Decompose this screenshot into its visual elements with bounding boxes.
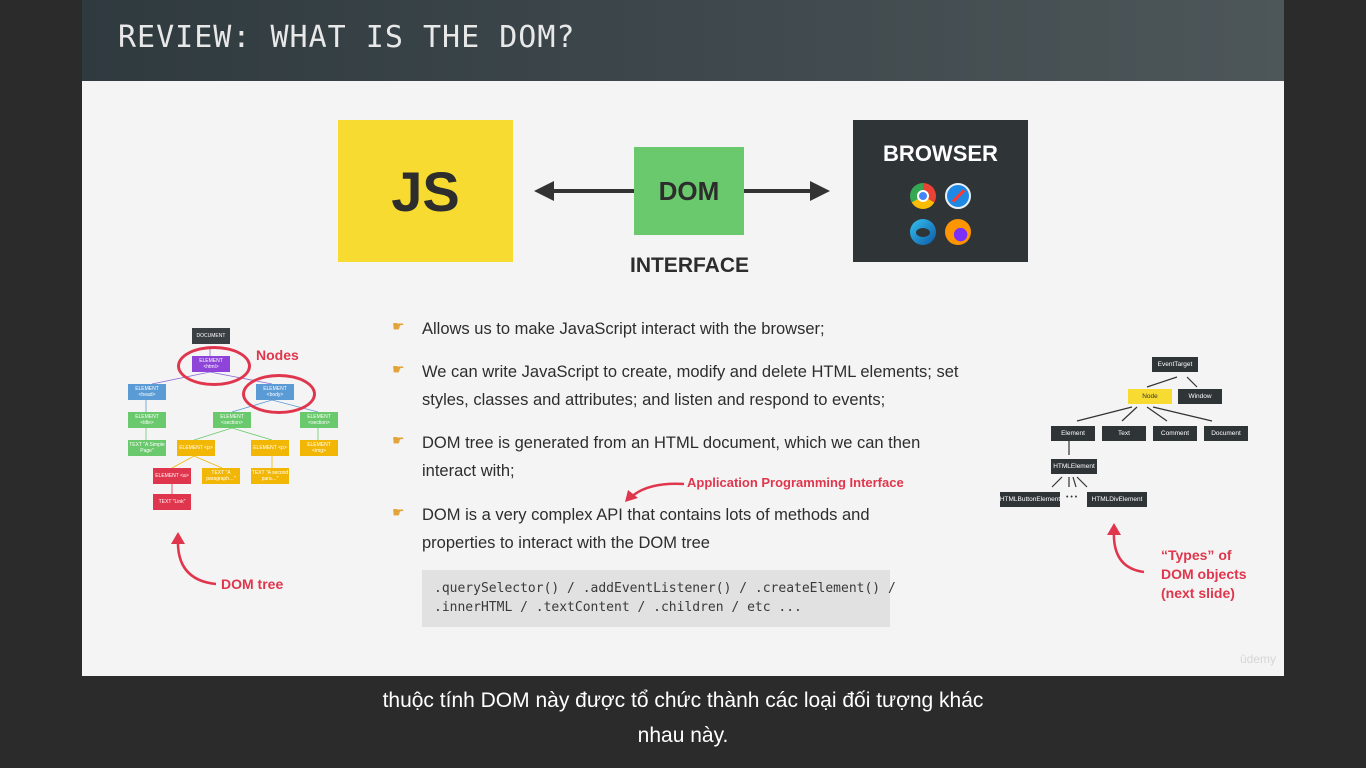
tree-node-section2: ELEMENT <section>: [300, 412, 338, 428]
tree-node-section1: ELEMENT <section>: [213, 412, 251, 428]
nodes-highlight-ring-html: [177, 346, 251, 386]
bullet-4-text: DOM is a very complex API that contains …: [422, 506, 870, 552]
slide: REVIEW: WHAT IS THE DOM? JS DOM INTERFAC…: [82, 0, 1284, 676]
dom-box: DOM: [634, 147, 744, 235]
nodes-label: Nodes: [256, 347, 299, 363]
tree-node-title-text: TEXT "A Simple Page": [128, 440, 166, 456]
tree-node-head: ELEMENT <head>: [128, 384, 166, 400]
slide-title: REVIEW: WHAT IS THE DOM?: [118, 20, 576, 55]
type-html-element: HTMLElement: [1051, 459, 1097, 474]
tree-node-document: DOCUMENT: [192, 328, 230, 344]
interface-label: INTERFACE: [629, 254, 749, 277]
type-html-button-element: HTMLButtonElement: [1000, 492, 1060, 507]
js-box: JS: [338, 120, 513, 262]
hand-pointer-icon: ☛: [392, 504, 405, 520]
code-line-1: .querySelector() / .addEventListener() /…: [434, 581, 896, 596]
type-event-target: EventTarget: [1152, 357, 1198, 372]
dom-tree-arrow: [171, 532, 217, 586]
bullet-2: ☛ We can write JavaScript to create, mod…: [392, 358, 982, 414]
arrow-left-line: [550, 189, 640, 193]
types-label-line-2: DOM objects: [1161, 566, 1247, 582]
type-html-div-element: HTMLDivElement: [1087, 492, 1147, 507]
bullet-1-text: Allows us to make JavaScript interact wi…: [422, 320, 825, 338]
subtitle-line-2: nhau này.: [637, 724, 729, 747]
type-node: Node: [1128, 389, 1172, 404]
type-comment: Comment: [1153, 426, 1197, 441]
bullet-1: ☛ Allows us to make JavaScript interact …: [392, 315, 982, 343]
subtitle-line-1: thuộc tính DOM này được tổ chức thành cá…: [382, 689, 984, 712]
bullet-4: ☛ DOM is a very complex API that contain…: [392, 501, 922, 557]
api-arrow: [625, 482, 685, 502]
chrome-icon: [910, 183, 936, 209]
tree-node-p1-text: TEXT "A paragraph…": [202, 468, 240, 484]
type-ellipsis: • • •: [1066, 494, 1078, 501]
arrow-right-line: [740, 189, 812, 193]
code-line-2: .innerHTML / .textContent / .children / …: [434, 600, 802, 615]
browser-box: BROWSER: [853, 120, 1028, 262]
tree-node-p2: ELEMENT <p>: [251, 440, 289, 456]
arrow-left-head: [534, 181, 554, 201]
type-element: Element: [1051, 426, 1095, 441]
tree-node-img: ELEMENT <img>: [300, 440, 338, 456]
types-label: “Types” of DOM objects (next slide): [1161, 546, 1247, 603]
code-box: .querySelector() / .addEventListener() /…: [422, 570, 896, 627]
hand-pointer-icon: ☛: [392, 432, 405, 448]
browser-title: BROWSER: [883, 141, 998, 166]
api-annotation: Application Programming Interface: [687, 475, 904, 490]
bullet-2-text: We can write JavaScript to create, modif…: [422, 363, 959, 409]
type-window: Window: [1178, 389, 1222, 404]
type-text: Text: [1102, 426, 1146, 441]
tree-node-link-text: TEXT "Link": [153, 494, 191, 510]
type-document: Document: [1204, 426, 1248, 441]
types-arrow: [1107, 523, 1145, 574]
tree-node-p1: ELEMENT <p>: [177, 440, 215, 456]
tree-node-title: ELEMENT <title>: [128, 412, 166, 428]
tree-node-p2-text: TEXT "A second para…": [251, 468, 289, 484]
arrow-right-head: [810, 181, 830, 201]
firefox-icon: [945, 219, 971, 245]
tree-node-a: ELEMENT <a>: [153, 468, 191, 484]
slide-header: REVIEW: WHAT IS THE DOM?: [82, 0, 1284, 81]
udemy-watermark: ûdemy: [1239, 652, 1276, 666]
nodes-highlight-ring-body: [242, 374, 316, 414]
edge-icon: [910, 219, 936, 245]
types-label-line-3: (next slide): [1161, 585, 1235, 601]
types-label-line-1: “Types” of: [1161, 547, 1232, 563]
hand-pointer-icon: ☛: [392, 318, 405, 334]
dom-tree-label: DOM tree: [221, 576, 284, 592]
hand-pointer-icon: ☛: [392, 361, 405, 377]
safari-icon: [945, 183, 971, 209]
